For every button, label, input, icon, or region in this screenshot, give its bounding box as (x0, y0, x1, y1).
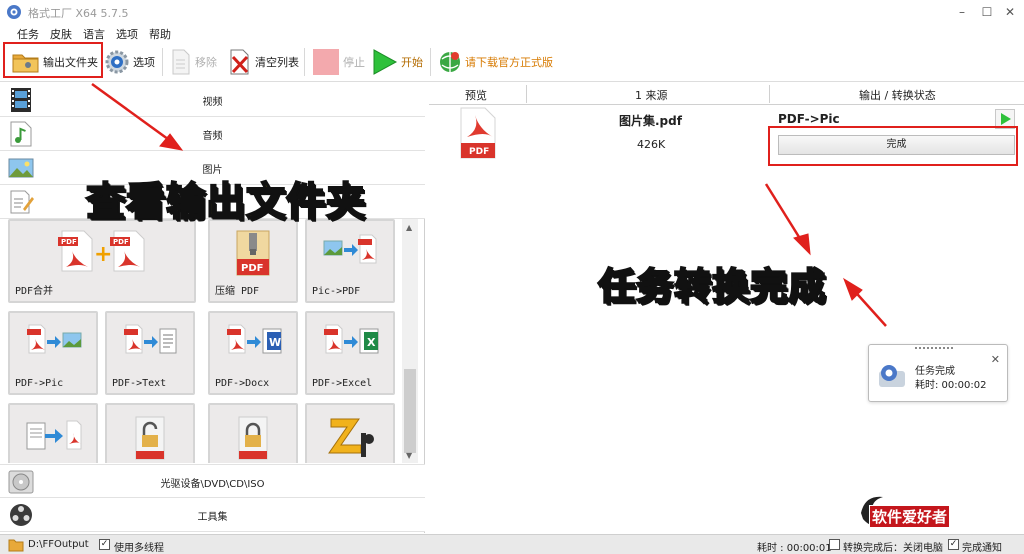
annotation-arrows (91, 82, 887, 327)
callout-task-complete: 任务转换完成 (597, 264, 826, 309)
arrow-to-output-folder (91, 82, 173, 144)
watermark-text: 软件爱好者 (869, 505, 951, 528)
callout-view-output-folder: 查看输出文件夹 (85, 179, 367, 226)
site-watermark: 软件爱好者 (857, 491, 985, 531)
watermark-text-label: 软件爱好者 (869, 505, 951, 528)
arrow-head (793, 233, 811, 256)
arrow-to-status (764, 183, 806, 246)
